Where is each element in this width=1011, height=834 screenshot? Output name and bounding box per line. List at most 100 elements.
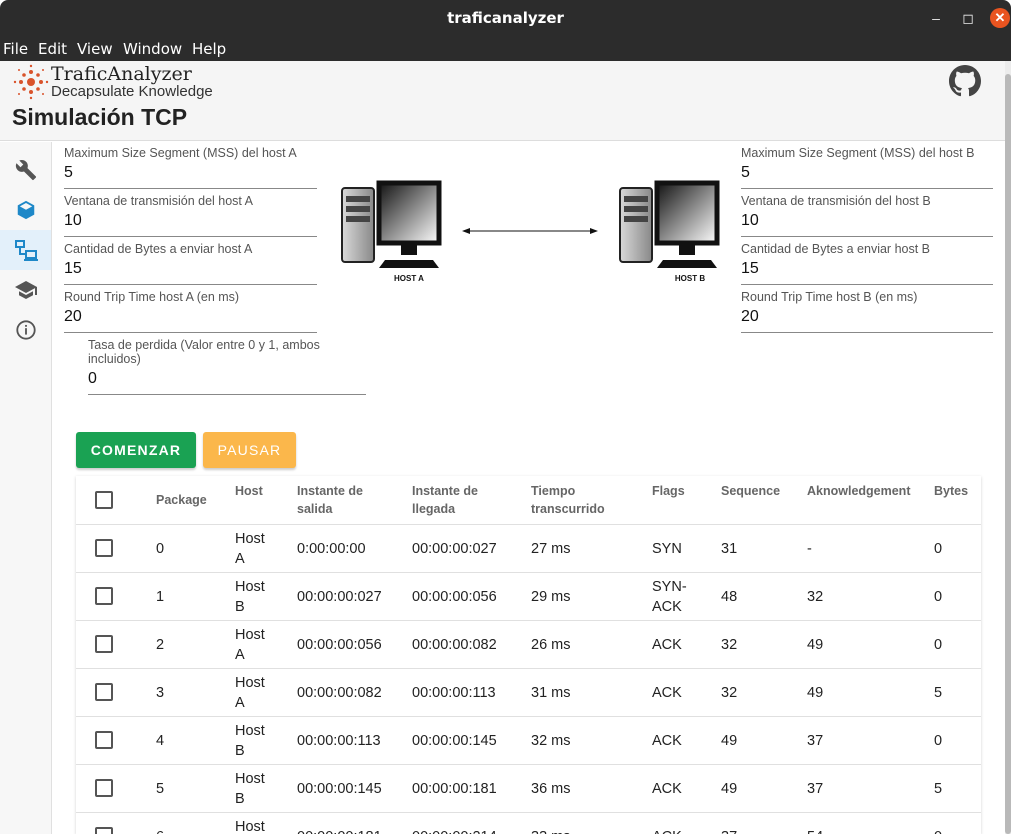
menu-edit[interactable]: Edit	[38, 40, 67, 58]
host-a-rtt-label: Round Trip Time host A (en ms)	[64, 290, 240, 304]
host-a-bytes-field[interactable]: Cantidad de Bytes a enviar host A 15	[64, 242, 317, 285]
host-b-mss-input[interactable]: 5	[741, 164, 993, 189]
host-b-window-input[interactable]: 10	[741, 212, 993, 237]
cell-sequence: 32	[721, 637, 738, 653]
host-b-window-field[interactable]: Ventana de transmisión del host B 10	[741, 194, 993, 237]
host-a-bytes-label: Cantidad de Bytes a enviar host A	[64, 242, 253, 256]
table-row[interactable]: 4 Host B 00:00:00:113 00:00:00:145 32 ms ACK 4…	[76, 716, 981, 764]
cell-package: 1	[156, 589, 165, 605]
scrollbar-thumb[interactable]	[1005, 74, 1011, 834]
cell-sequence: 49	[721, 733, 738, 749]
select-all-checkbox[interactable]	[95, 491, 113, 509]
menu-view[interactable]: View	[77, 40, 113, 58]
header-bytes[interactable]: Bytes	[934, 482, 968, 500]
host-a-window-input[interactable]: 10	[64, 212, 317, 237]
cell-acknowledgement: 49	[807, 637, 824, 653]
app-header: TraficAnalyzer Decapsulate Knowledge Sim…	[0, 61, 1005, 141]
school-icon	[14, 281, 37, 299]
window-titlebar: traficanalyzer – ◻ ✕	[0, 0, 1011, 36]
cell-bytes: 0	[934, 817, 974, 834]
host-b-bytes-input[interactable]: 15	[741, 260, 993, 285]
loss-rate-input[interactable]: 0	[88, 370, 366, 395]
menu-bar: File Edit View Window Help	[0, 36, 1011, 61]
row-checkbox[interactable]	[95, 683, 113, 701]
menu-file[interactable]: File	[3, 40, 28, 58]
cell-departure: 00:00:00:056	[297, 637, 382, 653]
pause-button[interactable]: PAUSAR	[203, 432, 296, 468]
sidebar-item-network[interactable]	[0, 230, 51, 270]
row-checkbox[interactable]	[95, 779, 113, 797]
cell-elapsed: 31 ms	[531, 685, 571, 701]
header-acknowledgement[interactable]: Aknowledgement	[807, 482, 911, 500]
host-b-bytes-field[interactable]: Cantidad de Bytes a enviar host B 15	[741, 242, 993, 285]
loss-rate-field[interactable]: Tasa de perdida (Valor entre 0 y 1, ambo…	[88, 338, 366, 395]
header-elapsed[interactable]: Tiempo transcurrido	[531, 482, 621, 518]
host-a-window-field[interactable]: Ventana de transmisión del host A 10	[64, 194, 317, 237]
minimize-icon[interactable]: –	[926, 8, 946, 28]
sidebar-item-school[interactable]	[0, 270, 51, 310]
header-sequence[interactable]: Sequence	[721, 482, 780, 500]
host-a-computer-icon	[341, 180, 442, 268]
cube-icon	[17, 200, 34, 220]
cell-acknowledgement: 49	[807, 685, 824, 701]
row-checkbox[interactable]	[95, 539, 113, 557]
table-row[interactable]: 5 Host B 00:00:00:145 00:00:00:181 36 ms ACK 4…	[76, 764, 981, 812]
host-b-mss-field[interactable]: Maximum Size Segment (MSS) del host B 5	[741, 146, 993, 189]
host-a-bytes-input[interactable]: 15	[64, 260, 317, 285]
network-icon	[14, 240, 38, 261]
cell-arrival: 00:00:00:214	[412, 817, 527, 834]
cell-flags: SYN-ACK	[652, 579, 687, 615]
host-a-mss-field[interactable]: Maximum Size Segment (MSS) del host A 5	[64, 146, 317, 189]
table-row[interactable]: 1 Host B 00:00:00:027 00:00:00:056 29 ms SYN-…	[76, 572, 981, 620]
cell-host: Host B	[235, 771, 265, 807]
cell-elapsed: 27 ms	[531, 541, 571, 557]
tools-icon	[15, 160, 36, 181]
host-b-rtt-field[interactable]: Round Trip Time host B (en ms) 20	[741, 290, 993, 333]
cell-flags: SYN	[652, 541, 682, 557]
table-row[interactable]: 0 Host A 0:00:00:00 00:00:00:027 27 ms SYN 31 -…	[76, 524, 981, 572]
window-title: traficanalyzer	[447, 9, 564, 27]
cell-flags: ACK	[652, 781, 682, 797]
cell-acknowledgement: 32	[807, 589, 824, 605]
menu-help[interactable]: Help	[192, 40, 226, 58]
maximize-icon[interactable]: ◻	[958, 8, 978, 28]
host-a-rtt-input[interactable]: 20	[64, 308, 317, 333]
github-icon[interactable]	[949, 65, 981, 97]
menu-window[interactable]: Window	[123, 40, 182, 58]
host-b-rtt-input[interactable]: 20	[741, 308, 993, 333]
cell-bytes: 5	[934, 781, 943, 797]
start-button[interactable]: COMENZAR	[76, 432, 196, 468]
row-checkbox[interactable]	[95, 587, 113, 605]
table-row[interactable]: 2 Host A 00:00:00:056 00:00:00:082 26 ms ACK 3…	[76, 620, 981, 668]
host-a-rtt-field[interactable]: Round Trip Time host A (en ms) 20	[64, 290, 317, 333]
header-arrival[interactable]: Instante de llegada	[412, 482, 502, 518]
sidebar-item-info[interactable]	[0, 310, 51, 350]
cell-bytes: 0	[934, 589, 943, 605]
table-row[interactable]: 6 Host A 00:00:00:181 00:00:00:21433 ms ACK 3…	[76, 812, 981, 834]
row-checkbox[interactable]	[95, 731, 113, 749]
cell-departure: 00:00:00:145	[297, 781, 382, 797]
cell-package: 5	[156, 781, 165, 797]
cell-package: 6	[156, 817, 216, 834]
cell-bytes: 0	[934, 733, 943, 749]
cell-elapsed: 36 ms	[531, 781, 571, 797]
header-departure[interactable]: Instante de salida	[297, 482, 387, 518]
bidirectional-arrow-icon	[462, 228, 598, 234]
sidebar-item-tools[interactable]	[0, 150, 51, 190]
close-icon[interactable]: ✕	[990, 8, 1010, 28]
host-a-window-label: Ventana de transmisión del host A	[64, 194, 254, 208]
host-a-mss-input[interactable]: 5	[64, 164, 317, 189]
header-flags[interactable]: Flags	[652, 482, 685, 500]
brand-tagline: Decapsulate Knowledge	[51, 83, 213, 100]
row-checkbox[interactable]	[95, 827, 113, 834]
row-checkbox[interactable]	[95, 635, 113, 653]
cell-acknowledgement: 37	[807, 733, 824, 749]
table-row[interactable]: 3 Host A 00:00:00:082 00:00:00:113 31 ms ACK 3…	[76, 668, 981, 716]
cell-sequence: 32	[721, 685, 738, 701]
sidebar-item-cube[interactable]	[0, 190, 51, 230]
cell-sequence: 49	[721, 781, 738, 797]
cell-acknowledgement: 37	[807, 781, 824, 797]
header-host[interactable]: Host	[235, 482, 263, 500]
cell-flags: ACK	[652, 733, 682, 749]
header-package[interactable]: Package	[156, 491, 207, 509]
